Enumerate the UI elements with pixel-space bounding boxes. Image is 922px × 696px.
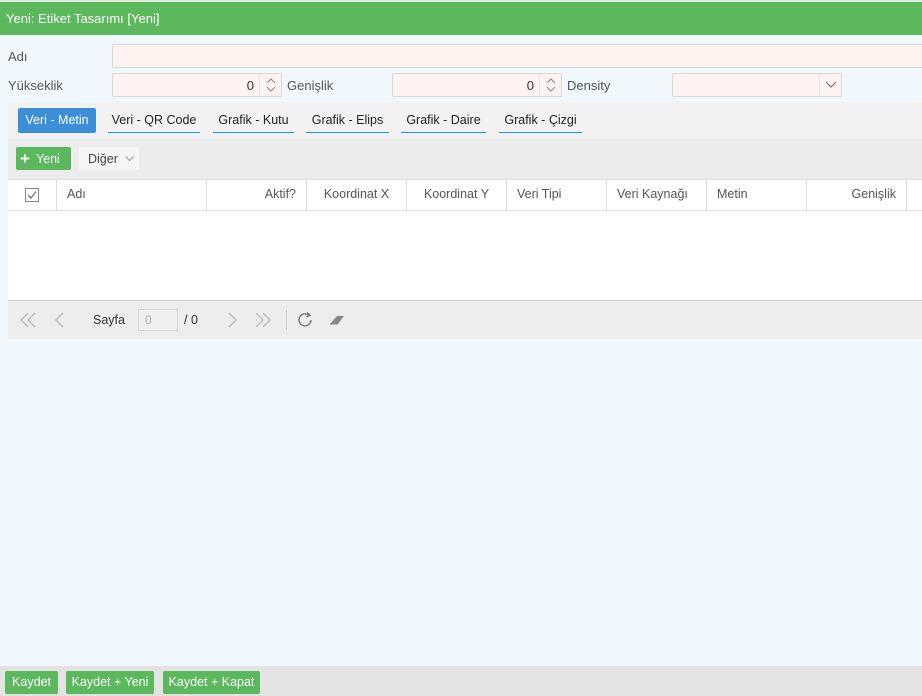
height-value: 0: [246, 78, 254, 93]
width-label: Genişlik: [287, 78, 334, 93]
other-menu-label: Diğer: [88, 151, 118, 166]
grid-toolbar: + Yeni Diğer: [8, 139, 922, 179]
next-page-icon[interactable]: [221, 310, 243, 330]
footer-bar: Kaydet Kaydet + Yeni Kaydet + Kapat: [0, 666, 922, 696]
width-input[interactable]: 0: [392, 73, 562, 97]
page-label: Sayfa: [93, 313, 125, 327]
col-text[interactable]: Metin: [707, 180, 807, 210]
previous-page-icon[interactable]: [49, 310, 71, 330]
save-button[interactable]: Kaydet: [5, 671, 58, 694]
pager: Sayfa 0 / 0: [8, 300, 922, 339]
page-number-input[interactable]: 0: [138, 309, 178, 331]
col-name[interactable]: Adı: [57, 180, 207, 210]
height-input[interactable]: 0: [112, 73, 282, 97]
window-titlebar: Yeni: Etiket Tasarımı [Yeni]: [0, 0, 922, 35]
checkbox-icon: [25, 188, 39, 202]
eraser-icon[interactable]: [326, 310, 348, 330]
height-spinner-icon[interactable]: [259, 74, 281, 96]
density-label: Density: [567, 78, 611, 93]
new-row-button[interactable]: + Yeni: [16, 147, 71, 170]
pager-divider: [286, 310, 287, 330]
select-all-checkbox[interactable]: [8, 180, 57, 210]
tab-veri-metin[interactable]: Veri - Metin: [18, 108, 96, 133]
width-value: 0: [526, 78, 534, 93]
grid-header: Adı Aktif? Koordinat X Koordinat Y Veri …: [8, 179, 922, 211]
plus-icon: +: [20, 149, 30, 168]
chevron-down-icon: [125, 155, 134, 161]
tab-grafik-cizgi[interactable]: Grafik - Çizgi: [499, 108, 582, 133]
col-width[interactable]: Genişlik: [807, 180, 907, 210]
height-label: Yükseklik: [8, 78, 63, 93]
col-active[interactable]: Aktif?: [207, 180, 307, 210]
grid-body: [8, 211, 922, 300]
density-select[interactable]: [672, 73, 842, 97]
new-row-label: Yeni: [35, 151, 60, 166]
last-page-icon[interactable]: [252, 310, 274, 330]
other-menu-button[interactable]: Diğer: [79, 147, 139, 170]
chevron-down-icon[interactable]: [819, 74, 841, 96]
col-coordinate-x[interactable]: Koordinat X: [307, 180, 407, 210]
col-data-type[interactable]: Veri Tipi: [507, 180, 607, 210]
window-title: Yeni: Etiket Tasarımı [Yeni]: [6, 11, 160, 26]
save-new-button[interactable]: Kaydet + Yeni: [66, 671, 154, 694]
detail-panel: Veri - Metin Veri - QR Code Grafik - Kut…: [8, 102, 922, 339]
tab-grafik-kutu[interactable]: Grafik - Kutu: [213, 108, 294, 133]
col-data-source[interactable]: Veri Kaynağı: [607, 180, 707, 210]
page-total: / 0: [184, 313, 198, 327]
save-close-button[interactable]: Kaydet + Kapat: [163, 671, 260, 694]
name-input[interactable]: [112, 44, 922, 68]
tab-veri-qr-code[interactable]: Veri - QR Code: [108, 108, 200, 133]
col-coordinate-y[interactable]: Koordinat Y: [407, 180, 507, 210]
width-spinner-icon[interactable]: [539, 74, 561, 96]
name-label: Adı: [8, 49, 28, 64]
refresh-icon[interactable]: [294, 310, 316, 330]
tab-grafik-elips[interactable]: Grafik - Elips: [306, 108, 389, 133]
first-page-icon[interactable]: [17, 310, 39, 330]
tab-grafik-daire[interactable]: Grafik - Daire: [401, 108, 486, 133]
tab-strip: Veri - Metin Veri - QR Code Grafik - Kut…: [8, 102, 922, 139]
